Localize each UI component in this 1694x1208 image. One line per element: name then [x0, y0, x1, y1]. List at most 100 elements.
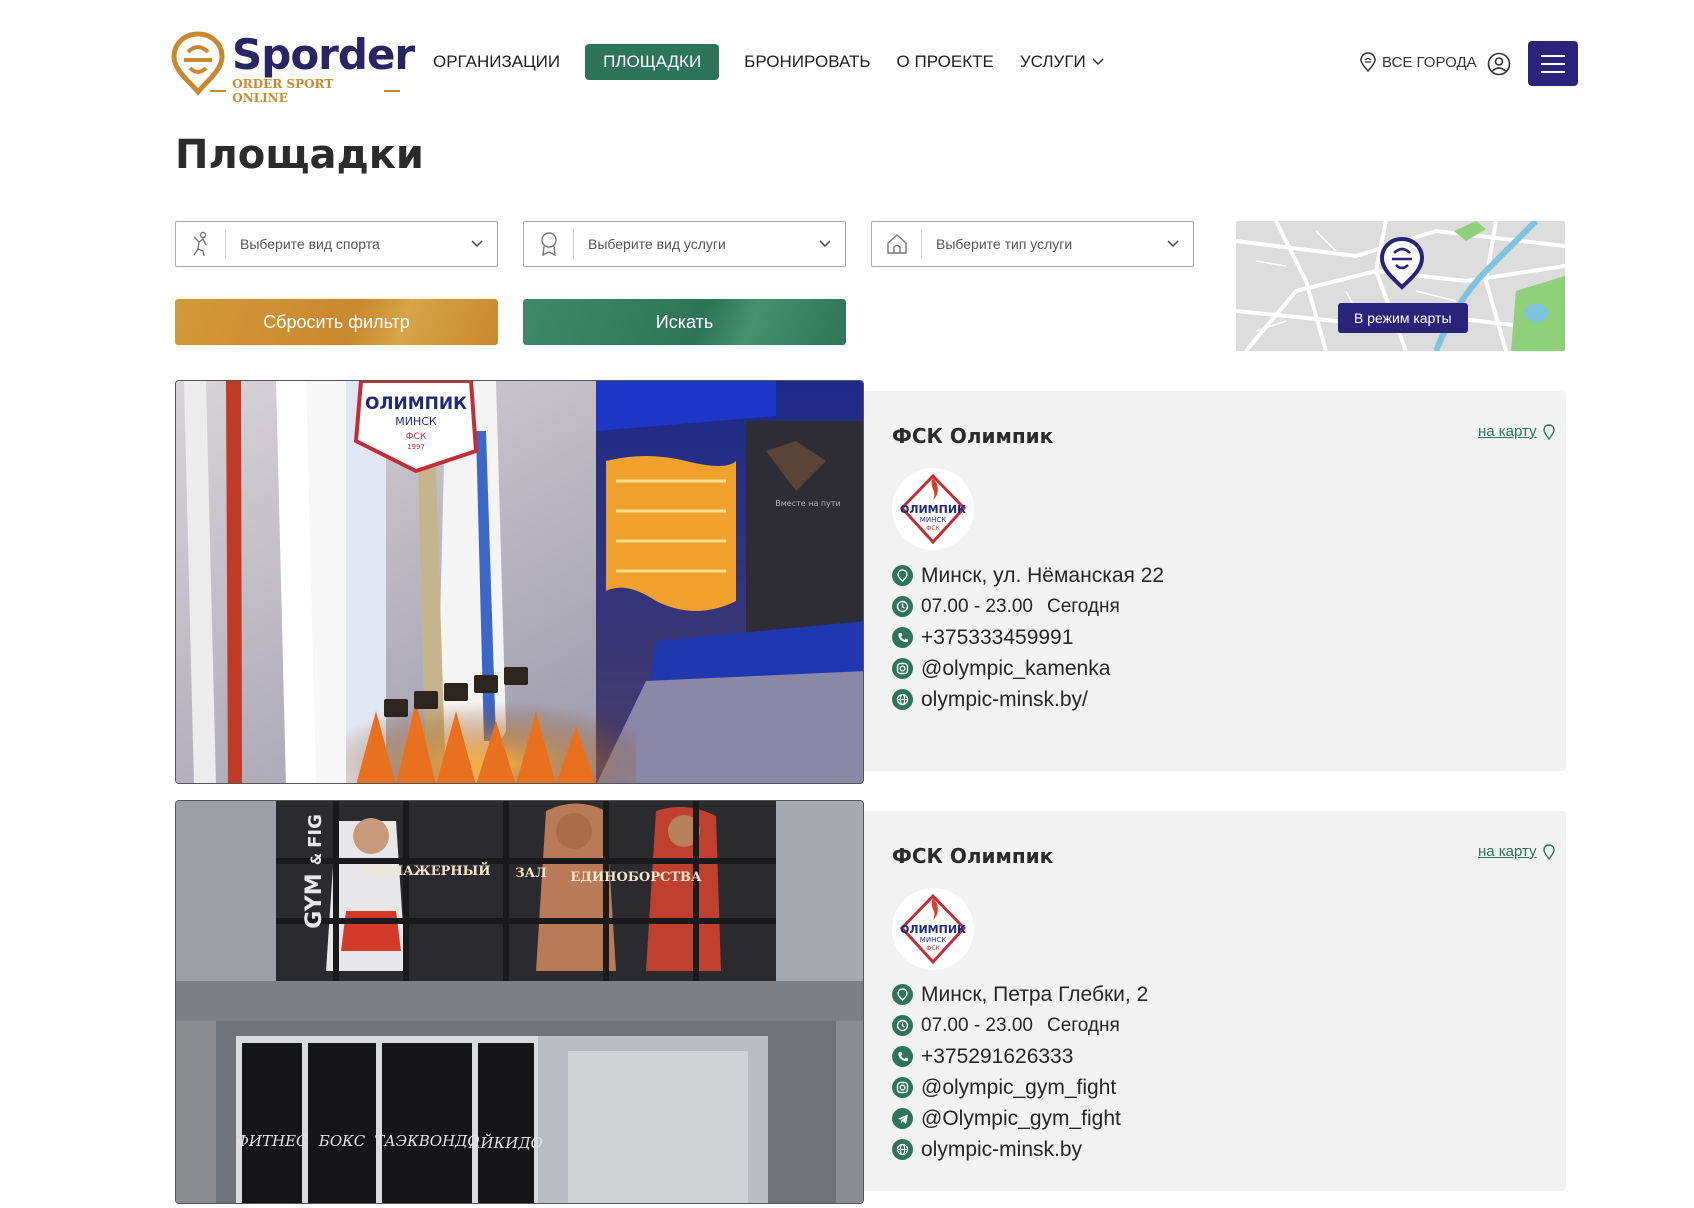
logo-tagline: ORDER SPORT ONLINE: [210, 77, 400, 105]
site-header: Sporder ORDER SPORT ONLINE ОРГАНИЗАЦИИ П…: [0, 0, 1694, 120]
photo-banner-word: ЗАЛ: [515, 866, 546, 881]
venue-logo-abbr: ФСК: [926, 525, 940, 532]
website-text[interactable]: olympic-minsk.by: [921, 1138, 1082, 1162]
photo-wall-text: Вместе на пути: [775, 499, 840, 508]
address-text: Минск, ул. Нёманская 22: [921, 563, 1165, 587]
website-row[interactable]: olympic-minsk.by: [892, 1134, 1492, 1165]
telegram-text[interactable]: @Olympic_gym_fight: [921, 1107, 1121, 1131]
service-select[interactable]: Выберите вид услуги: [523, 221, 846, 267]
hamburger-line: [1541, 62, 1565, 65]
instagram-row[interactable]: @olympic_gym_fight: [892, 1072, 1492, 1103]
nav-about[interactable]: О ПРОЕКТЕ: [884, 44, 1007, 80]
venue-logo-city: МИНСК: [920, 516, 946, 524]
olympic-logo-icon: ОЛИМПИК МИНСК ФСК: [893, 469, 973, 549]
photo-gym-amp: &: [309, 853, 325, 865]
logo[interactable]: Sporder ORDER SPORT ONLINE: [170, 30, 415, 105]
venue-photo-facade: GYM & FIG ТРЕНАЖЕРНЫЙ ЗАЛ ЕДИНОБОРСТВА Ф…: [176, 801, 863, 1203]
city-label: ВСЕ ГОРОДА: [1382, 53, 1477, 71]
phone-icon: [892, 627, 913, 648]
nav-booking[interactable]: БРОНИРОВАТЬ: [731, 44, 883, 80]
telegram-row[interactable]: @Olympic_gym_fight: [892, 1103, 1492, 1134]
location-pin-icon: [1542, 423, 1555, 440]
address-row: Минск, Петра Глебки, 2: [892, 979, 1492, 1010]
photo-logo-text: ОЛИМПИК: [365, 394, 467, 414]
venue-logo: ОЛИМПИК МИНСК ФСК: [892, 888, 974, 970]
telegram-icon: [892, 1108, 913, 1129]
to-map-link[interactable]: на карту: [1478, 843, 1555, 860]
sport-select[interactable]: Выберите вид спорта: [175, 221, 498, 267]
venue-name[interactable]: ФСК Олимпик: [892, 844, 1053, 868]
venue-logo-text: ОЛИМПИК: [900, 923, 966, 936]
nav-services[interactable]: УСЛУГИ: [1007, 44, 1117, 80]
venue-logo-city: МИНСК: [920, 936, 946, 944]
logo-wordmark: Sporder: [232, 30, 415, 79]
location-pin-icon: [892, 565, 913, 586]
instagram-text[interactable]: @olympic_kamenka: [921, 657, 1110, 681]
venue-photo[interactable]: ОЛИМПИК МИНСК ФСК 1997 Вместе на пути: [175, 380, 864, 784]
day-text: Сегодня: [1046, 595, 1120, 617]
phone-text[interactable]: +375291626333: [921, 1045, 1073, 1069]
olympic-logo-icon: ОЛИМПИК МИНСК ФСК: [893, 889, 973, 969]
chevron-down-icon: [457, 240, 497, 248]
medal-icon: [524, 230, 574, 258]
athlete-icon: [176, 230, 226, 258]
hours-row: 07.00 - 23.00 Сегодня: [892, 591, 1492, 622]
sport-select-placeholder: Выберите вид спорта: [240, 236, 380, 252]
venue-logo-text: ОЛИМПИК: [900, 503, 966, 516]
map-mode-button[interactable]: В режим карты: [1338, 303, 1468, 333]
instagram-row[interactable]: @olympic_kamenka: [892, 653, 1492, 684]
hamburger-menu-button[interactable]: [1528, 41, 1578, 86]
photo-window-word: ФИТНЕС: [236, 1132, 308, 1150]
location-pin-icon: [1360, 52, 1376, 72]
hours-text: 07.00 - 23.00: [921, 1014, 1033, 1036]
photo-banner-word: ТРЕНАЖЕРНЫЙ: [361, 862, 490, 879]
photo-banner-word: ЕДИНОБОРСТВА: [570, 870, 702, 885]
user-icon[interactable]: [1487, 52, 1511, 76]
map-preview[interactable]: В режим карты: [1236, 221, 1565, 351]
photo-logo-city: МИНСК: [395, 415, 437, 428]
nav-organizations[interactable]: ОРГАНИЗАЦИИ: [420, 44, 573, 80]
page-title: Площадки: [175, 132, 424, 178]
venue-logo-abbr: ФСК: [926, 945, 940, 952]
photo-gym-word: GYM: [302, 873, 327, 928]
location-pin-icon: [892, 984, 913, 1005]
globe-icon: [892, 1139, 913, 1160]
instagram-icon: [892, 1077, 913, 1098]
to-map-link[interactable]: на карту: [1478, 423, 1555, 440]
address-text: Минск, Петра Глебки, 2: [921, 982, 1149, 1006]
photo-logo-abbr: ФСК: [406, 432, 427, 442]
chevron-down-icon: [805, 240, 845, 248]
hamburger-line: [1541, 70, 1565, 73]
phone-row[interactable]: +375291626333: [892, 1041, 1492, 1072]
venue-photo[interactable]: GYM & FIG ТРЕНАЖЕРНЫЙ ЗАЛ ЕДИНОБОРСТВА Ф…: [175, 800, 864, 1204]
photo-window-word: АЙКИДО: [468, 1133, 543, 1152]
reset-filter-button[interactable]: Сбросить фильтр: [175, 299, 498, 345]
globe-icon: [892, 689, 913, 710]
main-nav: ОРГАНИЗАЦИИ ПЛОЩАДКИ БРОНИРОВАТЬ О ПРОЕК…: [420, 44, 1117, 80]
venue-name[interactable]: ФСК Олимпик: [892, 424, 1053, 448]
instagram-icon: [892, 658, 913, 679]
hours-row: 07.00 - 23.00 Сегодня: [892, 1010, 1492, 1041]
nav-venues[interactable]: ПЛОЩАДКИ: [585, 44, 720, 80]
chevron-down-icon: [1092, 58, 1104, 66]
website-text[interactable]: olympic-minsk.by/: [921, 688, 1088, 712]
venue-info: Минск, ул. Нёманская 22 07.00 - 23.00 Се…: [892, 560, 1492, 715]
photo-fig-word: FIG: [305, 814, 326, 848]
service-type-select[interactable]: Выберите тип услуги: [871, 221, 1194, 267]
phone-row[interactable]: +375333459991: [892, 622, 1492, 653]
clock-icon: [892, 596, 913, 617]
city-selector[interactable]: ВСЕ ГОРОДА: [1360, 52, 1477, 72]
website-row[interactable]: olympic-minsk.by/: [892, 684, 1492, 715]
hours-text: 07.00 - 23.00: [921, 595, 1033, 617]
search-button[interactable]: Искать: [523, 299, 846, 345]
phone-icon: [892, 1046, 913, 1067]
photo-logo-year: 1997: [407, 443, 425, 451]
photo-window-word: БОКС: [318, 1132, 366, 1150]
venue-photo-interior: ОЛИМПИК МИНСК ФСК 1997 Вместе на пути: [176, 381, 863, 783]
service-select-placeholder: Выберите вид услуги: [588, 236, 726, 252]
phone-text[interactable]: +375333459991: [921, 626, 1073, 650]
service-type-select-placeholder: Выберите тип услуги: [936, 236, 1073, 252]
address-row: Минск, ул. Нёманская 22: [892, 560, 1492, 591]
location-pin-icon: [1542, 843, 1555, 860]
instagram-text[interactable]: @olympic_gym_fight: [921, 1076, 1116, 1100]
